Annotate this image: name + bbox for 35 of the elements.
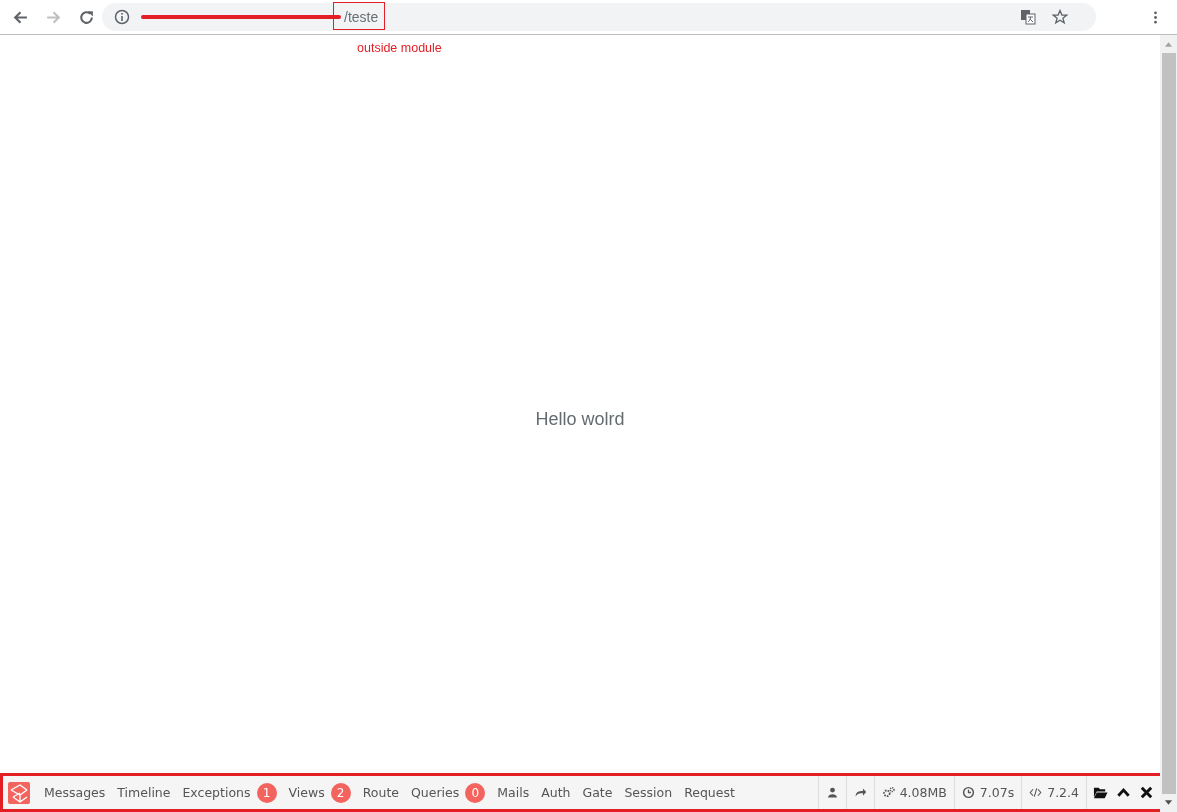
- debugbar-tab[interactable]: Messages: [38, 776, 112, 809]
- menu-icon[interactable]: [1153, 9, 1158, 25]
- indicator-value: 7.07s: [979, 785, 1015, 800]
- chevron-up-icon[interactable]: [1116, 785, 1131, 800]
- debugbar-tab[interactable]: Session: [618, 776, 679, 809]
- info-icon: [114, 9, 130, 25]
- clock-icon: [961, 786, 975, 799]
- scroll-down-icon[interactable]: [1164, 800, 1173, 806]
- debugbar-tab[interactable]: Exceptions 1: [176, 776, 283, 809]
- debugbar-tab[interactable]: Request: [678, 776, 741, 809]
- folder-icon[interactable]: [1093, 785, 1108, 800]
- logo-icon[interactable]: [8, 781, 30, 804]
- count-badge: 0: [465, 782, 486, 803]
- count-badge: 2: [330, 782, 351, 803]
- scroll-thumb[interactable]: [1161, 53, 1176, 794]
- page-heading: Hello wolrd: [535, 408, 625, 430]
- annotation-box: [333, 2, 385, 30]
- debugbar-tab[interactable]: Gate: [576, 776, 619, 809]
- code-icon: [1029, 786, 1043, 799]
- debugbar-tab[interactable]: Timeline: [111, 776, 177, 809]
- count-badge: 1: [256, 782, 277, 803]
- scrollbar[interactable]: [1160, 35, 1177, 812]
- debugbar-tab[interactable]: Views 2: [282, 776, 357, 809]
- debugbar-tab[interactable]: Queries 0: [405, 776, 492, 809]
- debugbar-tab[interactable]: Route: [356, 776, 405, 809]
- translate-icon[interactable]: [1020, 9, 1036, 25]
- debugbar-tab[interactable]: Auth: [535, 776, 577, 809]
- annotation-note: outside module: [357, 41, 442, 55]
- url-text: /teste: [344, 9, 379, 25]
- star-icon[interactable]: [1052, 9, 1068, 25]
- indicator-value: 4.08MB: [899, 785, 947, 800]
- debugbar-tab[interactable]: Mails: [491, 776, 536, 809]
- indicator-value: 7.2.4: [1047, 785, 1079, 800]
- close-icon[interactable]: [1139, 785, 1154, 800]
- reload-icon[interactable]: [78, 8, 95, 26]
